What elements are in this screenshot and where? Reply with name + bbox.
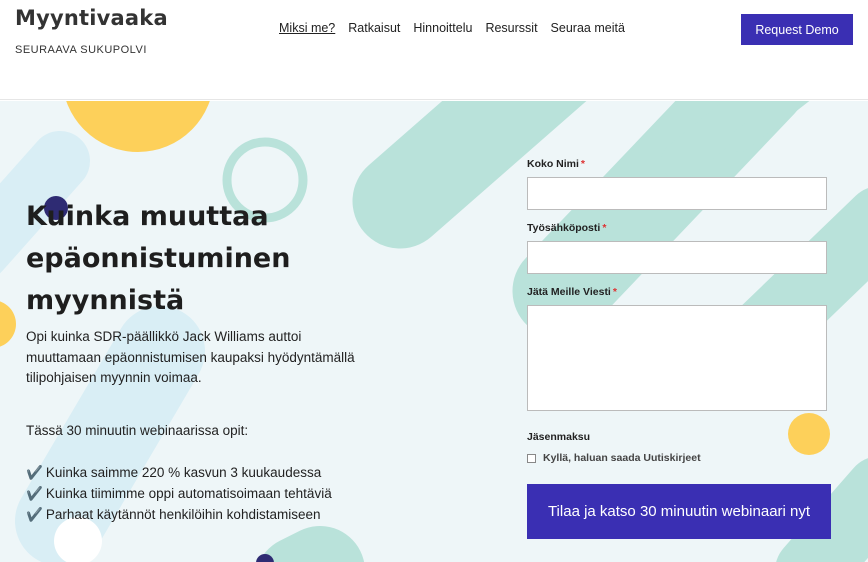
list-item-text: Kuinka tiimimme oppi automatisoimaan teh… bbox=[45, 486, 332, 501]
required-marker: * bbox=[580, 158, 586, 170]
hero-headline: Kuinka muuttaa epäonnistuminen myynnistä bbox=[26, 201, 291, 316]
brand-title[interactable]: Myyntivaaka bbox=[15, 6, 168, 30]
nav-item-pricing[interactable]: Hinnoittelu bbox=[413, 21, 472, 35]
hero-section: Kuinka muuttaa epäonnistuminen myynnistä… bbox=[0, 101, 868, 562]
message-label: Jätä Meille Viesti * bbox=[527, 286, 831, 298]
signup-form: Koko Nimi * Työsähköposti * Jätä Meille Vi… bbox=[527, 158, 831, 539]
required-marker: * bbox=[602, 222, 607, 234]
name-label-text: Koko Nimi bbox=[527, 158, 579, 170]
membership-label: Jäsenmaksu bbox=[527, 431, 591, 443]
checkmark-icon: ✔️ bbox=[26, 486, 43, 501]
full-name-input[interactable] bbox=[527, 177, 827, 210]
checkmark-icon: ✔️ bbox=[26, 465, 43, 480]
list-item: ✔️ Kuinka tiimimme oppi automatisoimaan t… bbox=[26, 483, 346, 504]
list-item: ✔️ Kuinka saimme 220 % kasvun 3 kuukaudes… bbox=[26, 462, 346, 483]
list-item-text: Kuinka saimme 220 % kasvun 3 kuukaudessa bbox=[45, 465, 322, 480]
newsletter-checkbox[interactable] bbox=[527, 453, 536, 463]
nav-item-why-us[interactable]: Miksi me? bbox=[279, 21, 335, 35]
checkmark-icon: ✔️ bbox=[26, 507, 43, 522]
email-label: Työsähköposti * bbox=[527, 222, 831, 234]
hero-lead: Tässä 30 minuutin webinaarissa opit: bbox=[26, 423, 249, 438]
hero-intro: Opi kuinka SDR-päällikkö Jack Williams a… bbox=[26, 329, 355, 385]
brand-tagline: SEURAAVA SUKUPOLVI bbox=[15, 44, 147, 56]
message-label-text: Jätä Meille Viesti bbox=[527, 286, 611, 298]
name-label: Koko Nimi * bbox=[527, 158, 831, 170]
request-demo-button[interactable]: Request Demo bbox=[741, 14, 853, 45]
required-marker: * bbox=[612, 286, 617, 298]
brand[interactable]: Myyntivaaka SEURAAVA SUKUPOLVI bbox=[15, 6, 168, 56]
benefit-list: ✔️ Kuinka saimme 220 % kasvun 3 kuukaudes… bbox=[26, 462, 346, 525]
nav-item-solutions[interactable]: Ratkaisut bbox=[348, 21, 400, 35]
message-textarea[interactable] bbox=[527, 305, 827, 411]
newsletter-label[interactable]: Kyllä, haluan saada Uutiskirjeet bbox=[543, 452, 701, 464]
nav-item-follow-us[interactable]: Seuraa meitä bbox=[551, 21, 625, 35]
nav-item-resources[interactable]: Resurssit bbox=[485, 21, 537, 35]
site-header: Myyntivaaka SEURAAVA SUKUPOLVI Miksi me?… bbox=[0, 0, 868, 100]
yellow-circle-shape bbox=[0, 301, 16, 347]
list-item: ✔️ Parhaat käytännöt henkilöihin kohdista… bbox=[26, 504, 346, 525]
submit-button[interactable]: Tilaa ja katso 30 minuutin webinaari nyt bbox=[527, 484, 831, 539]
main-nav: Miksi me? Ratkaisut Hinnoittelu Resurssi… bbox=[279, 21, 625, 35]
email-label-text: Työsähköposti bbox=[527, 222, 601, 234]
newsletter-row: Kyllä, haluan saada Uutiskirjeet bbox=[527, 452, 831, 464]
list-item-text: Parhaat käytännöt henkilöihin kohdistami… bbox=[45, 507, 321, 522]
work-email-input[interactable] bbox=[527, 241, 827, 274]
